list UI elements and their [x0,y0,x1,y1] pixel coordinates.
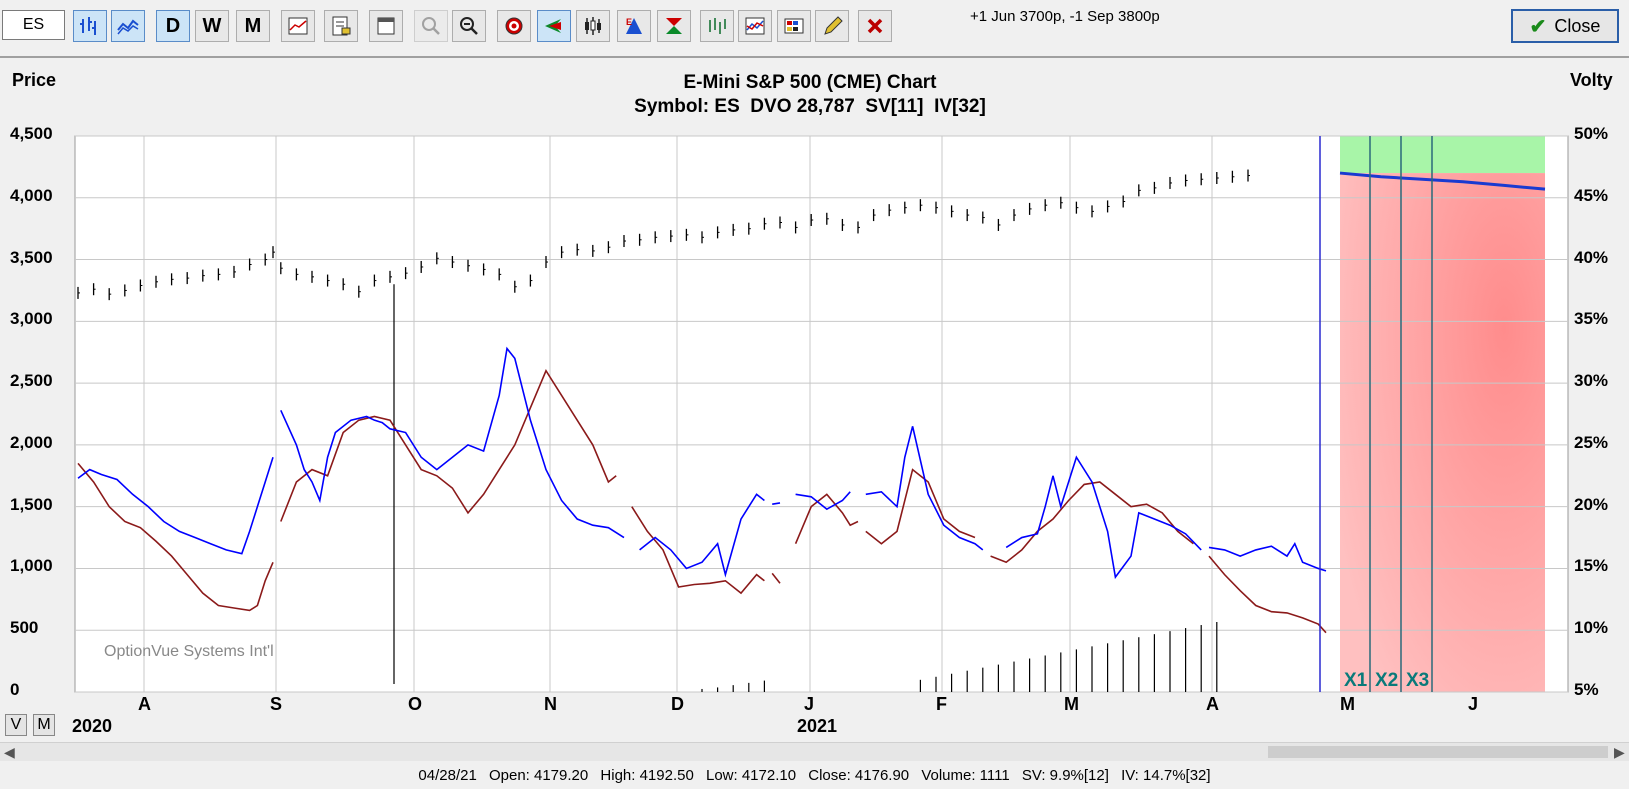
year-label-2020: 2020 [72,716,113,736]
status-sv: SV: 9.9%[12] [1021,767,1109,784]
view-m-button[interactable]: M [33,714,55,736]
horizontal-scrollbar[interactable]: ◀ ▶ [0,742,1629,761]
status-date: 04/28/21 [418,767,477,784]
view-v-button[interactable]: V [5,714,27,736]
expiration-marker-label: X2 [1375,670,1398,691]
scroll-thumb[interactable] [1268,746,1608,758]
watermark: OptionVue Systems Int'l [104,643,274,660]
scroll-right-icon[interactable]: ▶ [1614,743,1625,761]
chart-plot[interactable]: X1 X2 X3 OptionVue Systems Int'l [0,0,1629,789]
status-iv: IV: 14.7%[32] [1121,767,1211,784]
year-label-2021: 2021 [797,716,838,736]
scroll-left-icon[interactable]: ◀ [4,743,15,761]
status-bar: 04/28/21 Open: 4179.20 High: 4192.50 Low… [0,762,1629,789]
expiration-marker-label: X1 [1344,670,1368,691]
status-volume: Volume: 1111 [921,767,1010,784]
status-open: Open: 4179.20 [488,767,589,784]
status-high: High: 4192.50 [600,767,694,784]
expiration-marker-label: X3 [1406,670,1429,691]
status-close: Close: 4176.90 [808,767,910,784]
status-low: Low: 4172.10 [705,767,797,784]
